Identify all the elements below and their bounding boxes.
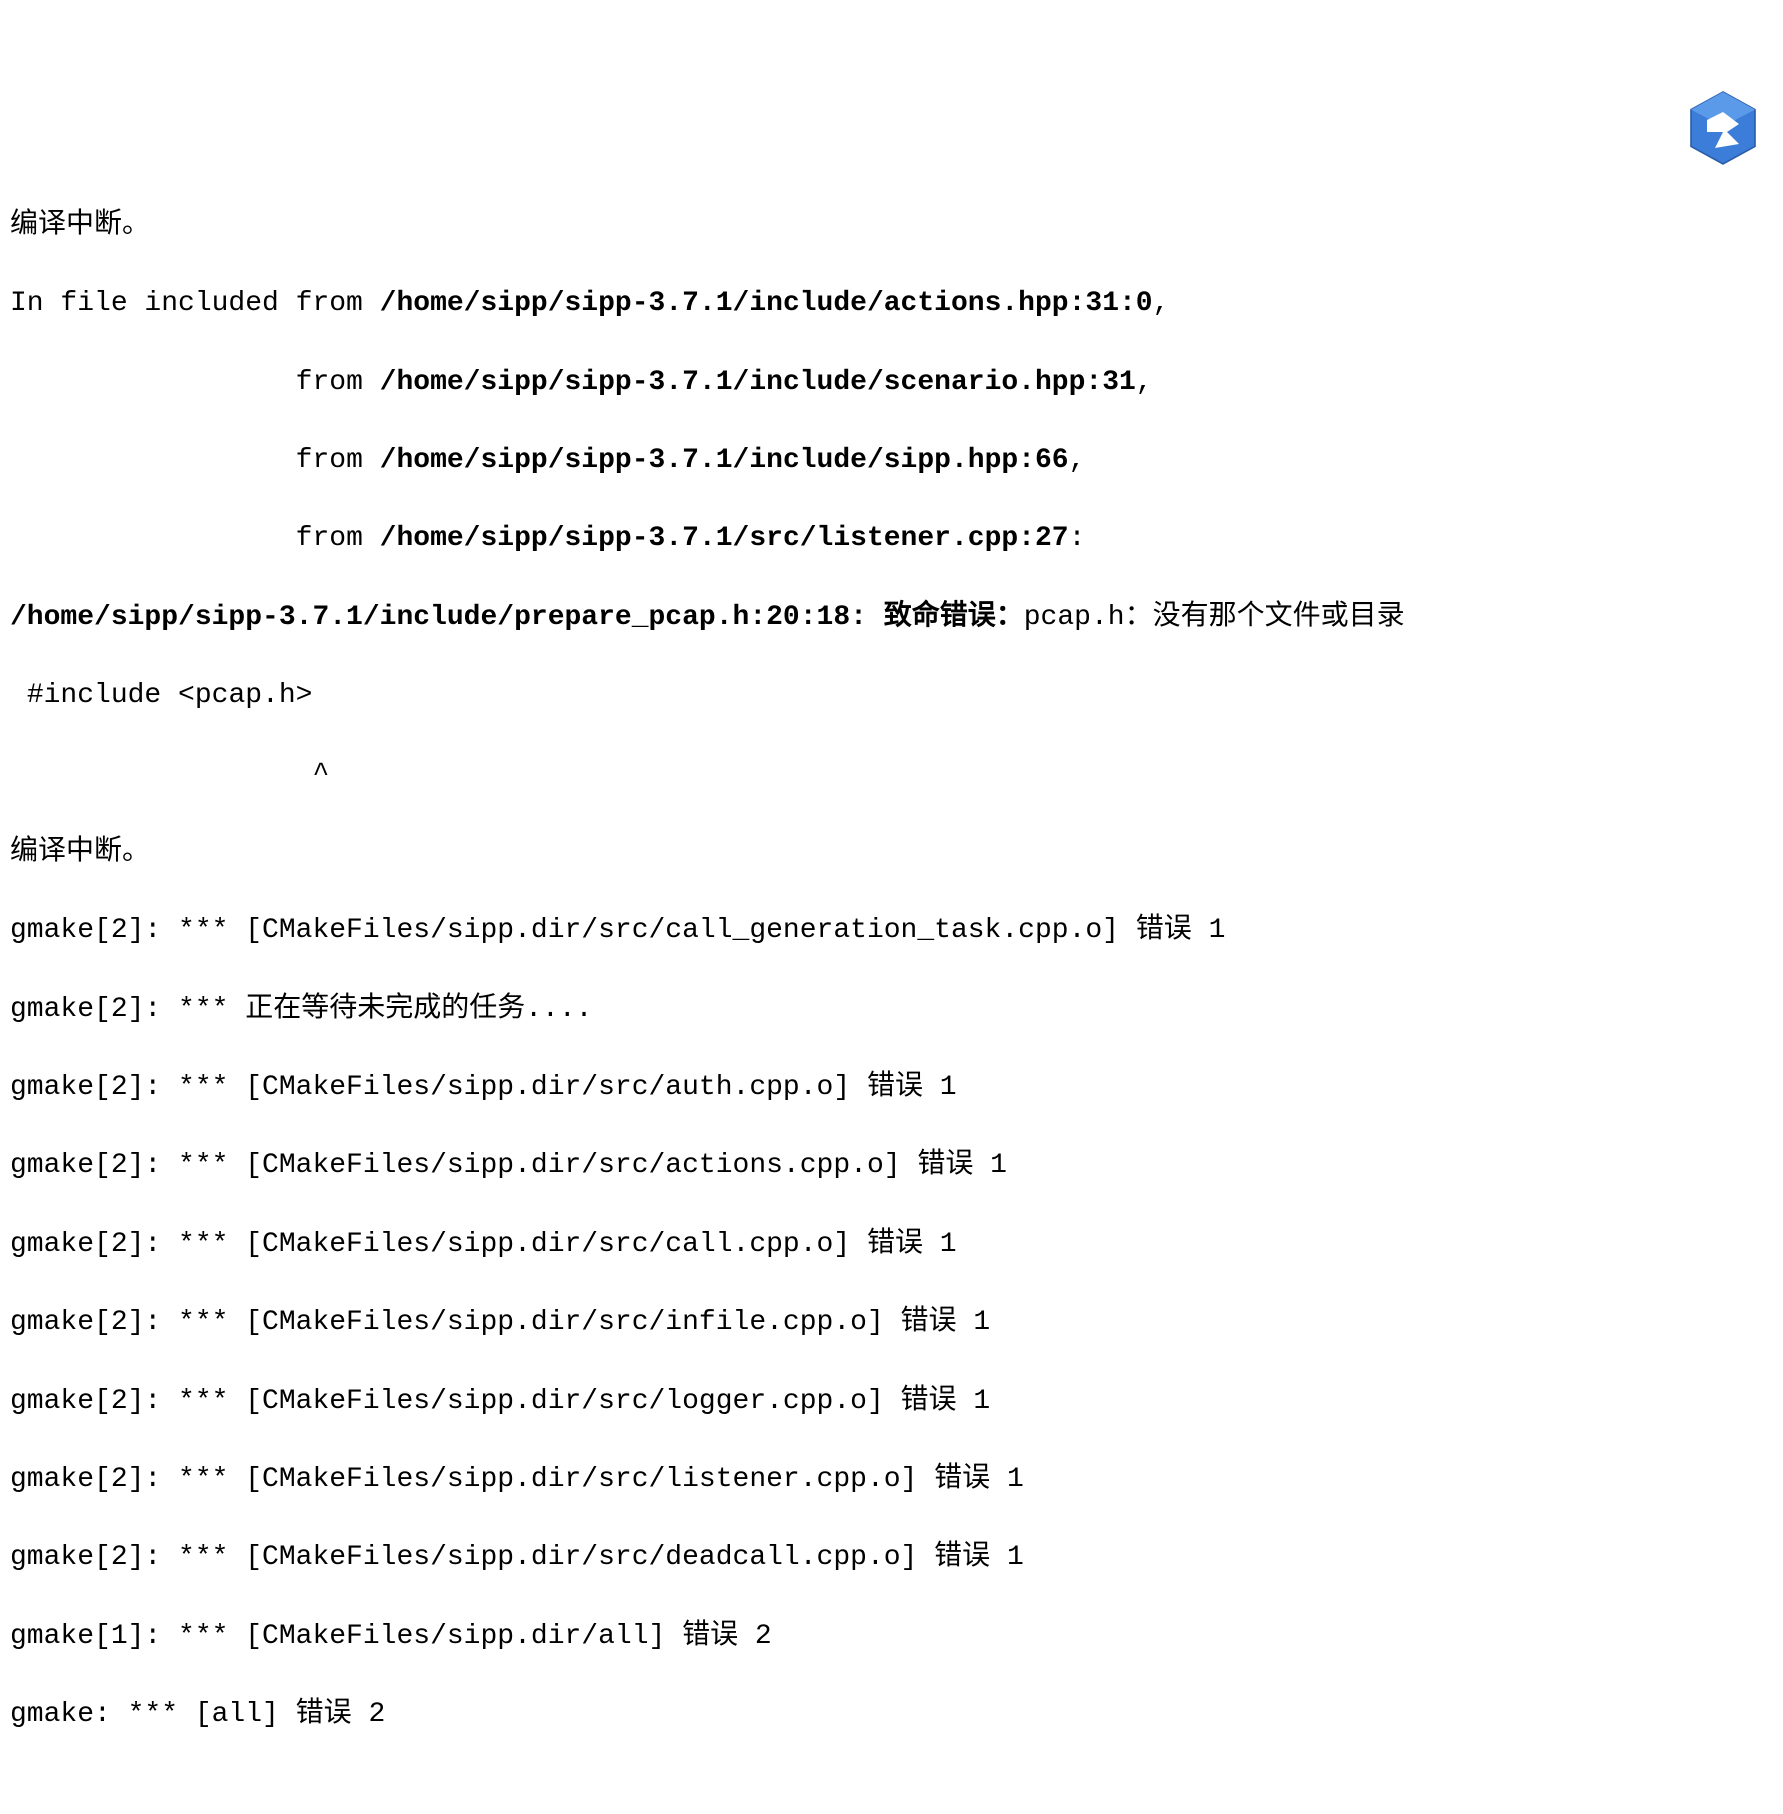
gmake-error-all-dir: gmake[1]: *** [CMakeFiles/sipp.dir/all] …: [10, 1617, 1773, 1656]
thunder-bird-icon: [1683, 10, 1763, 90]
gmake-error-auth: gmake[2]: *** [CMakeFiles/sipp.dir/src/a…: [10, 1068, 1773, 1107]
include-chain-2: from /home/sipp/sipp-3.7.1/include/scena…: [10, 363, 1773, 402]
gmake-error-logger: gmake[2]: *** [CMakeFiles/sipp.dir/src/l…: [10, 1382, 1773, 1421]
gmake-error-listener: gmake[2]: *** [CMakeFiles/sipp.dir/src/l…: [10, 1460, 1773, 1499]
include-chain-1: In file included from /home/sipp/sipp-3.…: [10, 284, 1773, 323]
include-code-line: #include <pcap.h>: [10, 676, 1773, 715]
include-chain-3: from /home/sipp/sipp-3.7.1/include/sipp.…: [10, 441, 1773, 480]
gmake-waiting: gmake[2]: *** 正在等待未完成的任务....: [10, 990, 1773, 1029]
gmake-error-deadcall: gmake[2]: *** [CMakeFiles/sipp.dir/src/d…: [10, 1538, 1773, 1577]
include-chain-4: from /home/sipp/sipp-3.7.1/src/listener.…: [10, 519, 1773, 558]
caret-pointer: ^: [10, 755, 1773, 794]
terminal-output: 编译中断。 In file included from /home/sipp/s…: [10, 167, 1773, 1774]
gmake-error-infile: gmake[2]: *** [CMakeFiles/sipp.dir/src/i…: [10, 1303, 1773, 1342]
gmake-error-1: gmake[2]: *** [CMakeFiles/sipp.dir/src/c…: [10, 911, 1773, 950]
fatal-error-line: /home/sipp/sipp-3.7.1/include/prepare_pc…: [10, 598, 1773, 637]
gmake-error-call: gmake[2]: *** [CMakeFiles/sipp.dir/src/c…: [10, 1225, 1773, 1264]
compile-interrupt-2: 编译中断。: [10, 833, 1773, 872]
gmake-error-actions: gmake[2]: *** [CMakeFiles/sipp.dir/src/a…: [10, 1146, 1773, 1185]
gmake-error-all: gmake: *** [all] 错误 2: [10, 1695, 1773, 1734]
compile-interrupt-1: 编译中断。: [10, 206, 1773, 245]
